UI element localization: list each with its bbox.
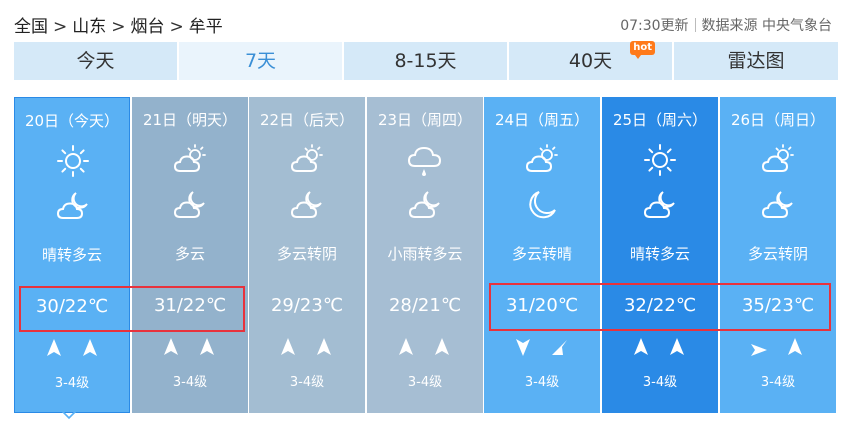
tab-label: 8-15天 bbox=[394, 50, 457, 72]
north-wind-icon bbox=[788, 338, 802, 355]
weather-desc: 晴转多云 bbox=[41, 246, 102, 264]
southwest-wind-icon bbox=[552, 340, 567, 355]
day-column[interactable]: 23日（周四） 小雨转多云 28/21℃ 3-4级 bbox=[367, 97, 483, 413]
temperature: 29/23℃ bbox=[270, 295, 344, 316]
tab-label: 7天 bbox=[244, 50, 277, 72]
day-date: 20日（今天） bbox=[24, 112, 120, 130]
day-date: 22日（后天） bbox=[259, 111, 355, 129]
top-bar: 全国 > 山东 > 烟台 > 牟平 07:30更新 数据来源 中央气象台 bbox=[0, 0, 852, 44]
tab-today[interactable]: 今天 bbox=[14, 42, 177, 80]
wind-level: 3-4级 bbox=[642, 375, 678, 390]
wind-level: 3-4级 bbox=[524, 375, 560, 390]
cloudy-night-icon bbox=[641, 186, 679, 224]
day-column[interactable]: 21日（明天） 多云 31/22℃ 3-4级 bbox=[132, 97, 248, 413]
forecast-tabs: 今天 7天 8-15天 40天 hot 雷达图 bbox=[14, 41, 838, 80]
highlight-box bbox=[19, 286, 245, 332]
north-wind-icon bbox=[399, 338, 413, 355]
breadcrumb-separator: > bbox=[169, 17, 184, 37]
partly-cloudy-icon bbox=[171, 141, 209, 179]
wind-direction bbox=[720, 336, 836, 360]
day-column[interactable]: 22日（后天） 多云转阴 29/23℃ 3-4级 bbox=[249, 97, 365, 413]
wind-level: 3-4级 bbox=[760, 375, 796, 390]
day-column[interactable]: 25日（周六） 晴转多云 32/22℃ 3-4级 bbox=[602, 97, 718, 413]
day-date: 25日（周六） bbox=[612, 111, 708, 129]
north-wind-icon bbox=[317, 338, 331, 355]
tab-label: 40天 bbox=[568, 50, 613, 72]
wind-direction bbox=[132, 336, 248, 360]
breadcrumb: 全国 > 山东 > 烟台 > 牟平 bbox=[14, 12, 223, 37]
hot-badge: hot bbox=[630, 41, 655, 59]
cloudy-night-icon bbox=[54, 187, 92, 225]
update-time: 07:30更新 bbox=[620, 18, 689, 34]
day-column[interactable]: 24日（周五） 多云转晴 31/20℃ 3-4级 bbox=[484, 97, 600, 413]
breadcrumb-separator: > bbox=[53, 17, 68, 37]
north-wind-icon bbox=[670, 338, 684, 355]
weather-desc: 晴转多云 bbox=[629, 245, 690, 263]
north-wind-icon bbox=[164, 338, 178, 355]
light-rain-icon bbox=[406, 141, 444, 179]
sunny-icon bbox=[641, 141, 679, 179]
tab-8-15-day[interactable]: 8-15天 bbox=[344, 42, 507, 80]
breadcrumb-country[interactable]: 全国 bbox=[14, 17, 48, 37]
north-wind-icon bbox=[634, 338, 648, 355]
weather-desc: 多云 bbox=[174, 245, 205, 263]
breadcrumb-district: 牟平 bbox=[188, 17, 223, 37]
day-column[interactable]: 20日（今天） 晴转多云 30/22℃ 3-4级 bbox=[14, 97, 130, 413]
north-wind-icon bbox=[83, 339, 97, 356]
breadcrumb-city[interactable]: 烟台 bbox=[131, 17, 165, 37]
wind-level: 3-4级 bbox=[54, 376, 90, 391]
partly-cloudy-icon bbox=[288, 141, 326, 179]
tab-radar[interactable]: 雷达图 bbox=[674, 42, 838, 80]
weather-desc: 多云转晴 bbox=[511, 245, 572, 263]
partly-cloudy-icon bbox=[759, 141, 797, 179]
wind-direction bbox=[367, 336, 483, 360]
data-source: 数据来源 中央气象台 bbox=[701, 18, 832, 34]
day-date: 24日（周五） bbox=[494, 111, 590, 129]
update-info: 07:30更新 数据来源 中央气象台 bbox=[620, 15, 832, 35]
breadcrumb-province[interactable]: 山东 bbox=[72, 17, 106, 37]
clear-night-icon bbox=[523, 186, 561, 224]
day-column[interactable]: 26日（周日） 多云转阴 35/23℃ 3-4级 bbox=[720, 97, 836, 413]
day-date: 23日（周四） bbox=[377, 111, 473, 129]
cloudy-night-icon bbox=[406, 186, 444, 224]
sunny-icon bbox=[54, 142, 92, 180]
north-wind-icon bbox=[435, 338, 449, 355]
wind-direction bbox=[249, 336, 365, 360]
north-wind-icon bbox=[47, 339, 61, 356]
temperature: 28/21℃ bbox=[388, 295, 462, 316]
wind-level: 3-4级 bbox=[289, 375, 325, 390]
wind-direction bbox=[15, 337, 129, 361]
wind-level: 3-4级 bbox=[407, 375, 443, 390]
divider bbox=[694, 18, 696, 32]
cloudy-night-icon bbox=[288, 186, 326, 224]
south-wind-icon bbox=[516, 339, 530, 356]
weather-desc: 多云转阴 bbox=[747, 245, 808, 263]
tab-label: 今天 bbox=[76, 50, 115, 72]
highlight-box bbox=[489, 283, 831, 331]
cloudy-night-icon bbox=[759, 186, 797, 224]
weather-desc: 多云转阴 bbox=[276, 245, 337, 263]
weather-desc: 小雨转多云 bbox=[387, 245, 463, 263]
east-wind-icon bbox=[751, 344, 767, 356]
tab-40-day[interactable]: 40天 hot bbox=[509, 41, 672, 80]
daily-forecast: 20日（今天） 晴转多云 30/22℃ 3-4级 21日（明天） 多云 31/22℃ 3-4级… bbox=[14, 97, 838, 413]
partly-cloudy-icon bbox=[523, 141, 561, 179]
wind-direction bbox=[602, 336, 718, 360]
cloudy-night-icon bbox=[171, 186, 209, 224]
selected-day-pointer-icon bbox=[62, 410, 76, 420]
day-date: 21日（明天） bbox=[142, 111, 238, 129]
day-date: 26日（周日） bbox=[730, 111, 826, 129]
north-wind-icon bbox=[200, 338, 214, 355]
breadcrumb-separator: > bbox=[111, 17, 126, 37]
north-wind-icon bbox=[281, 338, 295, 355]
tab-7-day[interactable]: 7天 bbox=[179, 42, 342, 80]
tab-label: 雷达图 bbox=[727, 50, 785, 72]
wind-level: 3-4级 bbox=[172, 375, 208, 390]
wind-direction bbox=[484, 336, 600, 360]
